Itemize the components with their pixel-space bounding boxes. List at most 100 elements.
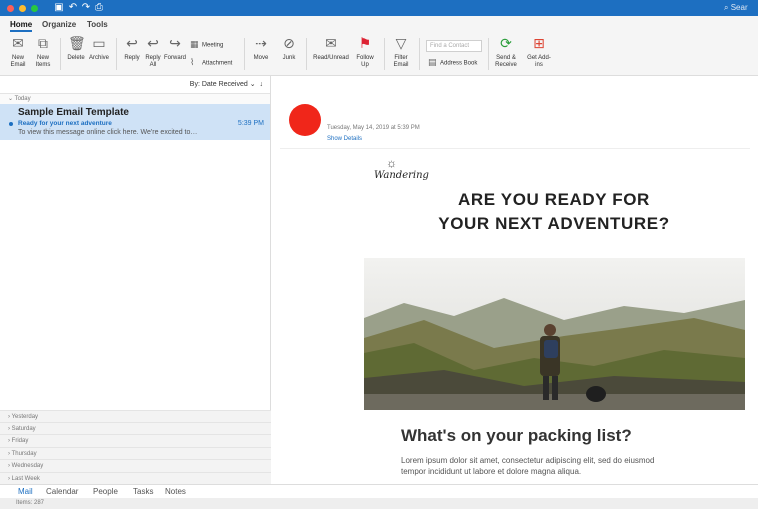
ribbon-divider	[244, 38, 245, 70]
archive-icon: ▭	[92, 36, 106, 52]
addins-icon: ⊞	[533, 36, 545, 52]
save-icon[interactable]: ▣	[53, 2, 65, 14]
show-details-link[interactable]: Show Details	[327, 136, 362, 142]
new-items-button[interactable]: ⧉ New Items	[32, 36, 54, 69]
chevron-down-icon: ⌄	[249, 81, 256, 88]
follow-up-button[interactable]: ⚑ Follow Up	[352, 36, 378, 69]
nav-people[interactable]: People	[93, 487, 118, 496]
hiker-mountain-image	[364, 258, 745, 410]
group-header[interactable]: › Saturday	[0, 422, 271, 435]
open-envelope-icon: ✉	[325, 36, 337, 52]
print-icon[interactable]: ⎙	[93, 2, 105, 14]
tab-organize[interactable]: Organize	[42, 20, 76, 29]
group-header-today[interactable]: ⌄ Today	[0, 93, 270, 104]
new-email-button[interactable]: ✉ New Email	[8, 36, 28, 69]
reply-all-icon: ↩	[147, 36, 159, 52]
group-label: Today	[14, 96, 31, 102]
maximize-window-button[interactable]	[31, 5, 38, 12]
envelope-icon: ✉	[12, 36, 24, 52]
section-heading: What's on your packing list?	[401, 426, 632, 445]
item-count: Items: 287	[16, 500, 45, 506]
get-addins-button[interactable]: ⊞ Get Add-ins	[527, 36, 551, 69]
nav-notes[interactable]: Notes	[165, 487, 186, 496]
move-button[interactable]: ⇢ Move	[250, 36, 272, 62]
forward-label: Forward	[164, 55, 187, 61]
ribbon-toolbar: ✉ New Email ⧉ New Items 🗑 Delete ▭ Archive ↩…	[0, 33, 758, 76]
minimize-window-button[interactable]	[19, 5, 26, 12]
move-label: Move	[253, 55, 269, 61]
status-bar: Items: 287	[0, 498, 758, 509]
read-unread-button[interactable]: ✉ Read/Unread	[312, 36, 350, 62]
search-field[interactable]: ⌕ Sear	[724, 2, 754, 14]
undo-icon[interactable]: ↶	[67, 2, 79, 14]
new-email-label: New Email	[10, 55, 26, 68]
collapsed-groups: › Yesterday › Saturday › Friday › Thursd…	[0, 409, 271, 484]
group-header[interactable]: › Thursday	[0, 446, 271, 460]
message-list-pane: By: Date Received ⌄ ↓ ⌄ Today Sample Ema…	[0, 76, 271, 484]
sync-icon: ⟳	[500, 36, 512, 52]
ribbon-divider	[116, 38, 117, 70]
junk-label: Junk	[282, 55, 296, 61]
tab-tools[interactable]: Tools	[87, 20, 108, 29]
address-book-label: Address Book	[440, 60, 478, 67]
search-label: Sear	[730, 3, 748, 12]
read-unread-label: Read/Unread	[313, 55, 349, 61]
find-contact-placeholder: Find a Contact	[430, 43, 470, 49]
group-header[interactable]: › Wednesday	[0, 459, 271, 472]
list-item[interactable]: Sample Email Template Ready for your nex…	[0, 104, 270, 140]
tab-home[interactable]: Home	[10, 20, 33, 32]
meeting-button[interactable]: ▦ Meeting	[190, 40, 240, 50]
group-header[interactable]: › Friday	[0, 434, 271, 447]
ribbon-tabs: Home Organize Tools	[0, 16, 758, 33]
message-sender: Sample Email Template	[18, 107, 129, 118]
attachment-button[interactable]: ⌇ Attachment	[190, 58, 240, 68]
avatar	[289, 104, 321, 136]
folder-move-icon: ⇢	[255, 36, 267, 52]
email-body: ☼ Wandering ARE YOU READY FOR YOUR NEXT …	[364, 156, 745, 484]
sun-logo-icon: ☼	[386, 156, 397, 170]
flag-icon: ⚑	[358, 36, 372, 52]
body-line: tempor incididunt ut labore et dolore ma…	[401, 467, 582, 476]
forward-icon: ↪	[169, 36, 181, 52]
reply-icon: ↩	[126, 36, 138, 52]
group-label: Wednesday	[11, 463, 44, 470]
message-time: 5:39 PM	[237, 120, 264, 127]
reply-all-button[interactable]: ↩ Reply All	[144, 36, 162, 69]
attachment-label: Attachment	[202, 60, 233, 67]
sort-label: By: Date Received	[189, 81, 248, 88]
calendar-icon: ▦	[190, 40, 199, 50]
junk-icon: ⊘	[283, 36, 295, 52]
forward-button[interactable]: ↪ Forward	[164, 36, 186, 62]
nav-mail[interactable]: Mail	[18, 487, 33, 496]
sort-arrow-icon: ↓	[259, 81, 264, 88]
junk-button[interactable]: ⊘ Junk	[278, 36, 300, 62]
get-addins-label: Get Add-ins	[527, 55, 551, 68]
reply-label: Reply	[124, 55, 140, 61]
reply-all-label: Reply All	[145, 55, 161, 68]
sort-control[interactable]: By: Date Received ⌄ ↓	[0, 76, 270, 93]
new-items-label: New Items	[35, 55, 51, 68]
body-line: Lorem ipsum dolor sit amet, consectetur …	[401, 456, 655, 465]
group-header[interactable]: › Yesterday	[0, 409, 271, 423]
hero-title: ARE YOU READY FOR YOUR NEXT ADVENTURE?	[404, 188, 704, 236]
close-window-button[interactable]	[7, 5, 14, 12]
delete-button[interactable]: 🗑 Delete	[66, 36, 86, 62]
delete-label: Delete	[67, 55, 85, 61]
group-label: Thursday	[11, 450, 37, 457]
find-contact-input[interactable]: Find a Contact	[426, 40, 482, 52]
title-bar: ▣ ↶ ↷ ⎙ ⌕ Sear	[0, 0, 758, 16]
send-receive-button[interactable]: ⟳ Send & Receive	[493, 36, 519, 69]
group-header[interactable]: › Last Week	[0, 471, 271, 484]
follow-up-label: Follow Up	[356, 55, 374, 68]
ribbon-divider	[488, 38, 489, 70]
reply-button[interactable]: ↩ Reply	[122, 36, 142, 62]
address-book-button[interactable]: ▤ Address Book	[428, 58, 488, 68]
nav-tasks[interactable]: Tasks	[133, 487, 153, 496]
nav-calendar[interactable]: Calendar	[46, 487, 78, 496]
group-label: Saturday	[11, 426, 36, 433]
reading-pane: Tuesday, May 14, 2019 at 5:39 PM Show De…	[272, 76, 758, 484]
archive-button[interactable]: ▭ Archive	[88, 36, 110, 62]
filter-email-button[interactable]: ▽ Filter Email	[389, 36, 413, 69]
trash-icon: 🗑	[68, 36, 86, 52]
redo-icon[interactable]: ↷	[80, 2, 92, 14]
